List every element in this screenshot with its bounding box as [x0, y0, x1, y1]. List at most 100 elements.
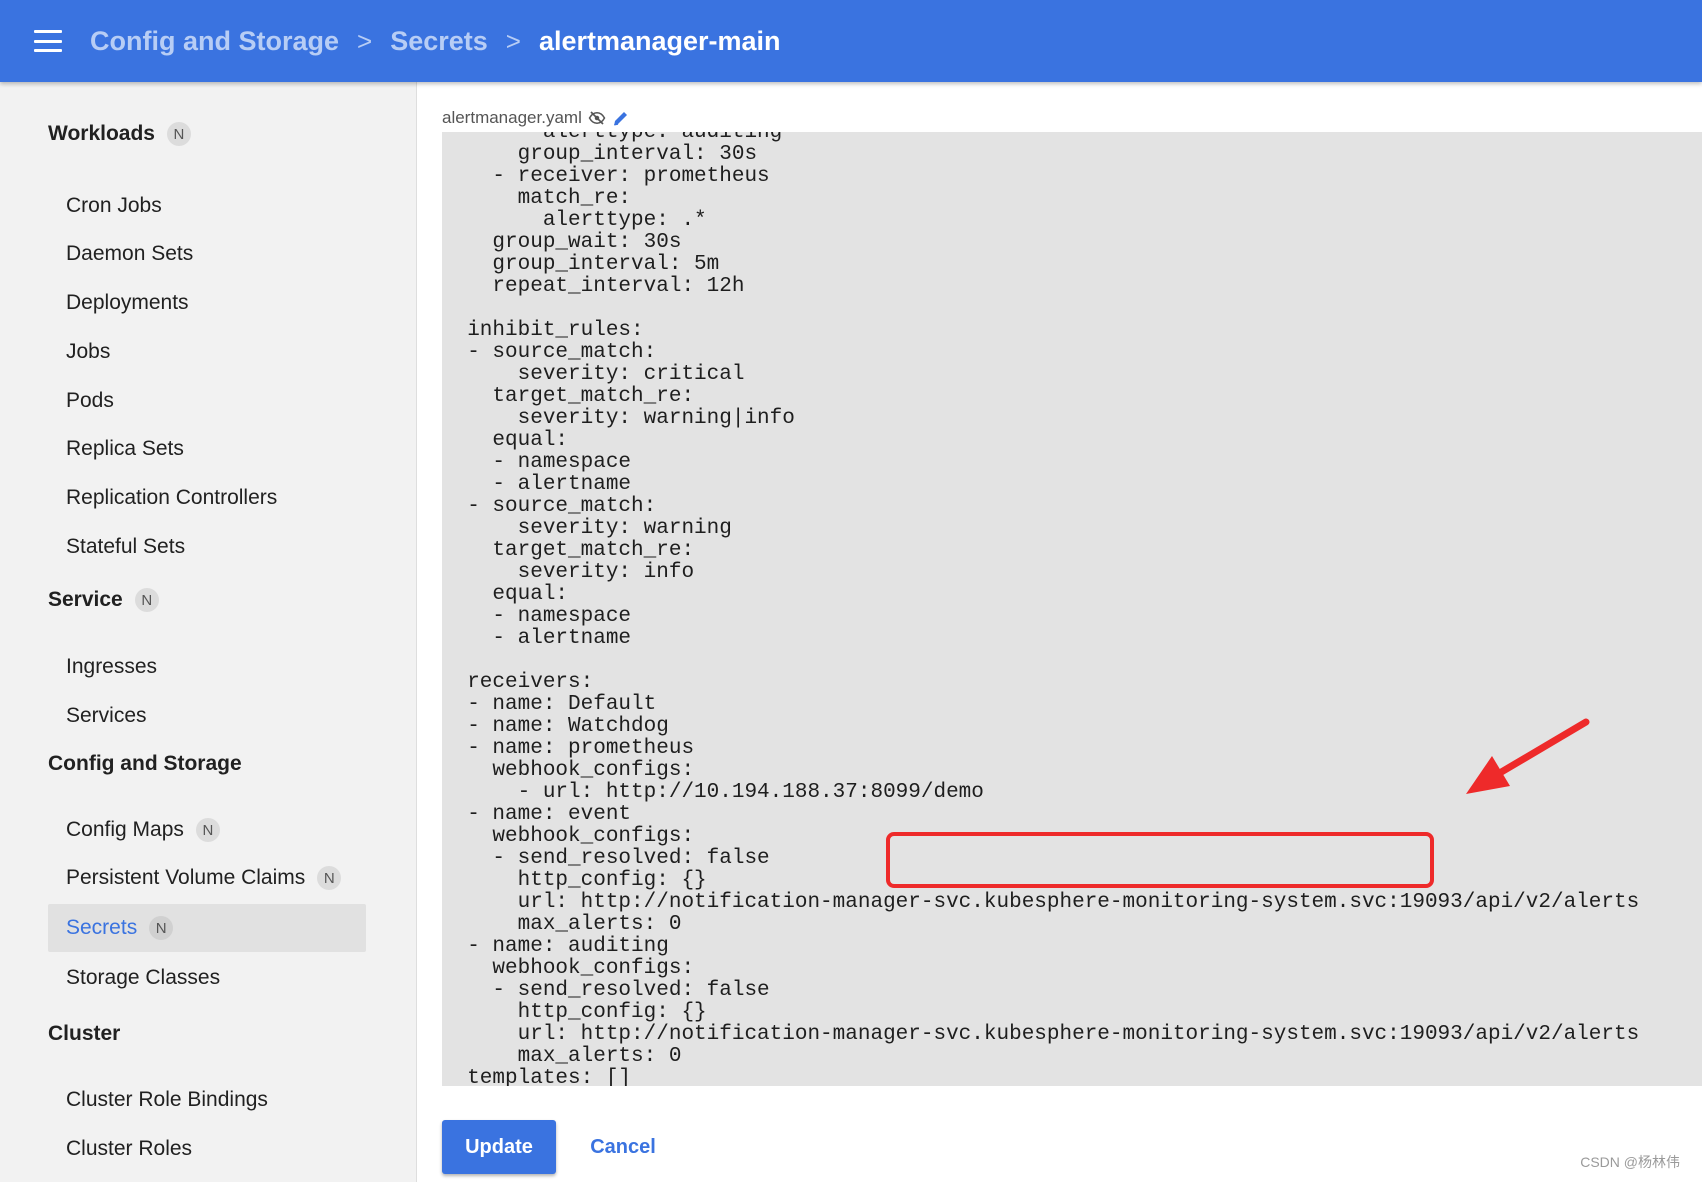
breadcrumb: Config and Storage > Secrets > alertmana… [90, 0, 781, 82]
sidebar-item-label: Jobs [66, 340, 111, 363]
code-line: - send_resolved: false [442, 979, 770, 1002]
sidebar-item-label: Cluster Roles [66, 1137, 193, 1160]
sidebar-item-label: Pods [66, 389, 114, 412]
code-line: inhibit_rules: [442, 319, 644, 342]
code-line: - name: Watchdog [442, 715, 669, 738]
sidebar-item-replication-controllers[interactable]: Replication Controllers [48, 474, 366, 522]
code-line: - receiver: prometheus [442, 165, 770, 188]
code-line: - alertname [442, 473, 632, 496]
code-line: group_interval: 5m [442, 253, 720, 276]
sidebar-item-cluster-role-bindings[interactable]: Cluster Role Bindings [48, 1076, 366, 1124]
sidebar-item-pods[interactable]: Pods [48, 377, 366, 425]
sidebar-item-label: Stateful Sets [66, 535, 186, 558]
file-name: alertmanager.yaml [442, 108, 582, 127]
code-line: match_re: [442, 187, 632, 210]
code-line: - name: auditing [442, 935, 669, 958]
sidebar-item-services[interactable]: Services [48, 692, 366, 740]
code-line: webhook_configs: [442, 957, 695, 980]
code-line: - name: event [442, 803, 632, 826]
sidebar-item-ingresses[interactable]: Ingresses [48, 643, 366, 691]
sidebar-item-stateful-sets[interactable]: Stateful Sets [48, 523, 366, 571]
sidebar-item-label: Services [66, 704, 147, 727]
sidebar-item-replica-sets[interactable]: Replica Sets [48, 425, 366, 473]
code-line: - namespace [442, 605, 632, 628]
code-line: - source_match: [442, 495, 657, 518]
code-line: - alertname [442, 627, 632, 650]
code-line: - name: prometheus [442, 737, 695, 760]
sidebar-item-label: Persistent Volume Claims [66, 866, 306, 889]
code-line: url: http://notification-manager-svc.kub… [442, 891, 1640, 914]
visibility-off-icon[interactable] [588, 109, 606, 127]
sidebar-item-config-maps[interactable]: Config Maps N [48, 806, 366, 854]
code-line: severity: critical [442, 363, 745, 386]
code-line: webhook_configs: [442, 825, 695, 848]
sidebar-item-label: Secrets [66, 916, 138, 939]
code-line: http_config: {} [442, 1001, 707, 1024]
code-line: - url: http://10.194.188.37:8099/demo [442, 781, 984, 804]
sidebar-section-service[interactable]: Service N [48, 588, 159, 612]
sidebar-item-jobs[interactable]: Jobs [48, 328, 366, 376]
sidebar-section-config-and-storage[interactable]: Config and Storage [48, 752, 242, 776]
code-line: max_alerts: 0 [442, 913, 682, 936]
namespace-badge: N [149, 916, 174, 940]
code-line: group_wait: 30s [442, 231, 682, 254]
code-line: severity: info [442, 561, 695, 584]
code-line: alerttype: .* [442, 209, 707, 232]
code-line: - namespace [442, 451, 632, 474]
sidebar-item-deployments[interactable]: Deployments [48, 279, 366, 327]
section-label: Service [48, 588, 123, 611]
sidebar-item-label: Cluster Role Bindings [66, 1088, 268, 1111]
yaml-editor[interactable]: alerttype: auditing group_interval: 30s … [442, 132, 1702, 1086]
code-line: receivers: [442, 671, 594, 694]
sidebar: Workloads N Cron Jobs Daemon Sets Deploy… [0, 82, 417, 1182]
code-line: - source_match: [442, 341, 657, 364]
top-app-bar: Config and Storage > Secrets > alertmana… [0, 0, 1702, 82]
code-line: group_interval: 30s [442, 143, 758, 166]
sidebar-section-cluster[interactable]: Cluster [48, 1022, 120, 1046]
namespace-badge: N [195, 818, 220, 842]
sidebar-item-label: Storage Classes [66, 966, 221, 989]
code-line: target_match_re: [442, 539, 695, 562]
sidebar-item-label: Daemon Sets [66, 242, 194, 265]
code-line: equal: [442, 429, 569, 452]
sidebar-item-persistent-volume-claims[interactable]: Persistent Volume Claims N [48, 854, 366, 902]
update-button[interactable]: Update [442, 1120, 556, 1174]
sidebar-item-label: Replication Controllers [66, 486, 278, 509]
code-line: - name: Default [442, 693, 657, 716]
edit-pencil-icon[interactable] [612, 109, 630, 127]
sidebar-item-daemon-sets[interactable]: Daemon Sets [48, 230, 366, 278]
code-line: templates: [] [442, 1067, 632, 1087]
sidebar-item-secrets[interactable]: Secrets N [48, 904, 366, 952]
breadcrumb-separator-icon: > [357, 25, 373, 56]
sidebar-item-cron-jobs[interactable]: Cron Jobs [48, 182, 366, 230]
code-line: webhook_configs: [442, 759, 695, 782]
cancel-button[interactable]: Cancel [568, 1120, 678, 1174]
sidebar-section-workloads[interactable]: Workloads N [48, 122, 191, 146]
hamburger-menu-icon[interactable] [34, 30, 62, 52]
namespace-badge: N [317, 866, 342, 890]
code-line: url: http://notification-manager-svc.kub… [442, 1023, 1640, 1046]
watermark: CSDN @杨林伟 [1580, 1154, 1680, 1170]
code-line: - send_resolved: false [442, 847, 770, 870]
sidebar-item-label: Replica Sets [66, 437, 184, 460]
code-line: severity: warning [442, 517, 732, 540]
breadcrumb-current: alertmanager-main [538, 25, 781, 56]
code-line: max_alerts: 0 [442, 1045, 682, 1068]
sidebar-item-label: Config Maps [66, 818, 184, 841]
breadcrumb-separator-icon: > [505, 25, 521, 56]
sidebar-item-label: Ingresses [66, 655, 158, 678]
section-label: Config and Storage [48, 752, 242, 775]
code-line: repeat_interval: 12h [442, 275, 745, 298]
file-label: alertmanager.yaml [442, 108, 630, 128]
main-content: alertmanager.yaml alerttype: auditing gr… [418, 82, 1702, 1182]
sidebar-item-storage-classes[interactable]: Storage Classes [48, 954, 366, 1002]
breadcrumb-config-and-storage[interactable]: Config and Storage [90, 26, 339, 57]
code-line: severity: warning|info [442, 407, 795, 430]
code-line: http_config: {} [442, 869, 707, 892]
namespace-badge: N [166, 122, 191, 146]
breadcrumb-secrets[interactable]: Secrets [390, 26, 488, 57]
sidebar-item-label: Cron Jobs [66, 194, 162, 217]
sidebar-item-cluster-roles[interactable]: Cluster Roles [48, 1125, 366, 1173]
